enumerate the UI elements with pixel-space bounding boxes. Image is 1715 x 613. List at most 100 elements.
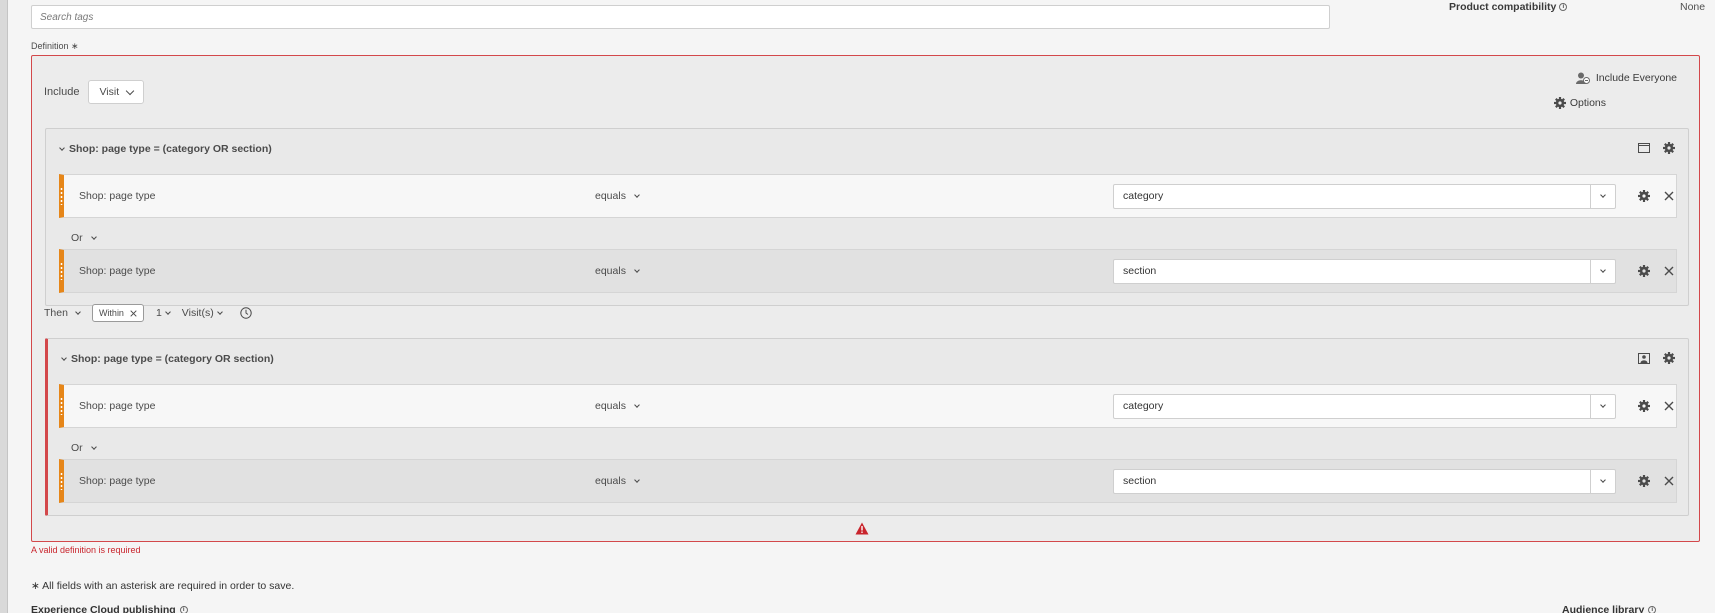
include-everyone-label: Include Everyone bbox=[1595, 72, 1677, 84]
rule-dimension[interactable]: Shop: page type bbox=[79, 400, 155, 412]
gear-icon[interactable] bbox=[1663, 142, 1675, 154]
chevron-down-icon bbox=[90, 444, 97, 450]
container-actions bbox=[1638, 142, 1675, 154]
chevron-down-icon bbox=[216, 309, 223, 315]
operator-value: equals bbox=[595, 265, 626, 277]
clock-icon[interactable] bbox=[239, 307, 252, 319]
value-dropdown-button[interactable] bbox=[1590, 469, 1615, 493]
person-icon bbox=[1575, 72, 1590, 84]
definition-container: Include Visit Include Everyone Options S… bbox=[31, 55, 1700, 542]
close-icon[interactable] bbox=[1664, 191, 1674, 201]
value-text[interactable]: section bbox=[1114, 265, 1590, 277]
chevron-down-icon bbox=[634, 477, 640, 483]
container-view-icon[interactable] bbox=[1638, 143, 1650, 153]
chevron-down-icon bbox=[1600, 267, 1606, 273]
search-tags-input[interactable] bbox=[31, 5, 1330, 29]
value-text[interactable]: category bbox=[1114, 190, 1590, 202]
options-button[interactable]: Options bbox=[1553, 97, 1606, 109]
drag-handle[interactable] bbox=[60, 472, 63, 490]
container-actions bbox=[1638, 352, 1675, 364]
value-combobox[interactable]: section bbox=[1113, 258, 1616, 284]
value-combobox[interactable]: section bbox=[1113, 468, 1616, 494]
product-compatibility-label: Product compatibility i bbox=[1449, 1, 1568, 13]
chevron-down-icon bbox=[90, 234, 97, 240]
operator-dropdown[interactable]: equals bbox=[595, 400, 640, 412]
drag-handle[interactable] bbox=[60, 187, 63, 205]
chevron-down-icon bbox=[1600, 477, 1606, 483]
include-everyone-button[interactable]: Include Everyone bbox=[1575, 72, 1677, 84]
ec-publishing-text: Experience Cloud publishing bbox=[31, 604, 176, 613]
operator-dropdown[interactable]: equals bbox=[595, 190, 640, 202]
rule-dimension[interactable]: Shop: page type bbox=[79, 190, 155, 202]
rule-dimension[interactable]: Shop: page type bbox=[79, 475, 155, 487]
info-icon[interactable]: i bbox=[1648, 606, 1657, 613]
definition-error-message: A valid definition is required bbox=[31, 545, 141, 555]
audience-library-label: Audience library i bbox=[1562, 604, 1657, 613]
gear-icon[interactable] bbox=[1638, 265, 1650, 277]
unit-dropdown[interactable]: Visit(s) bbox=[181, 307, 223, 319]
close-icon[interactable] bbox=[130, 309, 137, 317]
container-title[interactable]: Shop: page type = (category OR section) bbox=[59, 143, 272, 155]
container-title-text: Shop: page type = (category OR section) bbox=[71, 353, 274, 365]
product-compatibility-value: None bbox=[1680, 1, 1706, 13]
required-fields-note: ∗ All fields with an asterisk are requir… bbox=[31, 580, 295, 592]
then-row: Then Within 1 Visit(s) bbox=[44, 304, 252, 322]
gear-icon bbox=[1553, 97, 1566, 109]
gear-icon[interactable] bbox=[1638, 400, 1650, 412]
container-person-icon[interactable] bbox=[1638, 352, 1650, 364]
info-icon[interactable]: i bbox=[1559, 3, 1568, 11]
count-dropdown[interactable]: 1 bbox=[156, 307, 171, 319]
close-icon[interactable] bbox=[1664, 266, 1674, 276]
operator-dropdown[interactable]: equals bbox=[595, 475, 640, 487]
chevron-down-icon bbox=[75, 309, 81, 315]
audience-library-text: Audience library bbox=[1562, 604, 1645, 613]
value-dropdown-button[interactable] bbox=[1590, 259, 1615, 283]
connector-label: Or bbox=[71, 442, 83, 454]
container-title[interactable]: Shop: page type = (category OR section) bbox=[61, 353, 274, 365]
experience-cloud-publishing-label: Experience Cloud publishing i bbox=[31, 604, 188, 613]
options-label: Options bbox=[1569, 97, 1606, 109]
connector-dropdown[interactable]: Or bbox=[71, 442, 97, 454]
value-dropdown-button[interactable] bbox=[1590, 184, 1615, 208]
connector-label: Or bbox=[71, 232, 83, 244]
unit-value: Visit(s) bbox=[181, 307, 214, 319]
rule-actions bbox=[1638, 400, 1674, 412]
value-dropdown-button[interactable] bbox=[1590, 394, 1615, 418]
rule-row: Shop: page type equals section bbox=[59, 249, 1677, 293]
gear-icon[interactable] bbox=[1638, 475, 1650, 487]
gear-icon[interactable] bbox=[1663, 352, 1675, 364]
close-icon[interactable] bbox=[1664, 401, 1674, 411]
chevron-down-icon bbox=[61, 355, 67, 361]
info-icon[interactable]: i bbox=[179, 606, 188, 613]
close-icon[interactable] bbox=[1664, 476, 1674, 486]
drag-handle[interactable] bbox=[60, 262, 63, 280]
chevron-down-icon bbox=[125, 86, 135, 95]
rule-dimension[interactable]: Shop: page type bbox=[79, 265, 155, 277]
within-label: Within bbox=[98, 308, 124, 318]
operator-value: equals bbox=[595, 400, 626, 412]
container-title-text: Shop: page type = (category OR section) bbox=[69, 143, 272, 155]
operator-value: equals bbox=[595, 475, 626, 487]
chevron-down-icon bbox=[634, 267, 640, 273]
value-text[interactable]: section bbox=[1114, 475, 1590, 487]
chevron-down-icon bbox=[1600, 192, 1606, 198]
rule-row: Shop: page type equals category bbox=[59, 384, 1677, 428]
scope-value: Visit bbox=[99, 86, 120, 98]
rule-container-1: Shop: page type = (category OR section) … bbox=[45, 128, 1689, 306]
connector-dropdown[interactable]: Or bbox=[71, 232, 97, 244]
value-combobox[interactable]: category bbox=[1113, 183, 1616, 209]
operator-dropdown[interactable]: equals bbox=[595, 265, 640, 277]
rule-row: Shop: page type equals category bbox=[59, 174, 1677, 218]
chevron-down-icon bbox=[59, 145, 65, 151]
then-dropdown[interactable]: Then bbox=[44, 307, 81, 319]
left-rail bbox=[0, 0, 8, 613]
value-text[interactable]: category bbox=[1114, 400, 1590, 412]
drag-handle[interactable] bbox=[60, 397, 63, 415]
include-row: Include Visit bbox=[44, 80, 145, 104]
scope-dropdown[interactable]: Visit bbox=[88, 80, 145, 104]
alert-icon bbox=[855, 522, 869, 535]
chevron-down-icon bbox=[164, 309, 171, 315]
within-tag[interactable]: Within bbox=[91, 304, 144, 322]
gear-icon[interactable] bbox=[1638, 190, 1650, 202]
value-combobox[interactable]: category bbox=[1113, 393, 1616, 419]
